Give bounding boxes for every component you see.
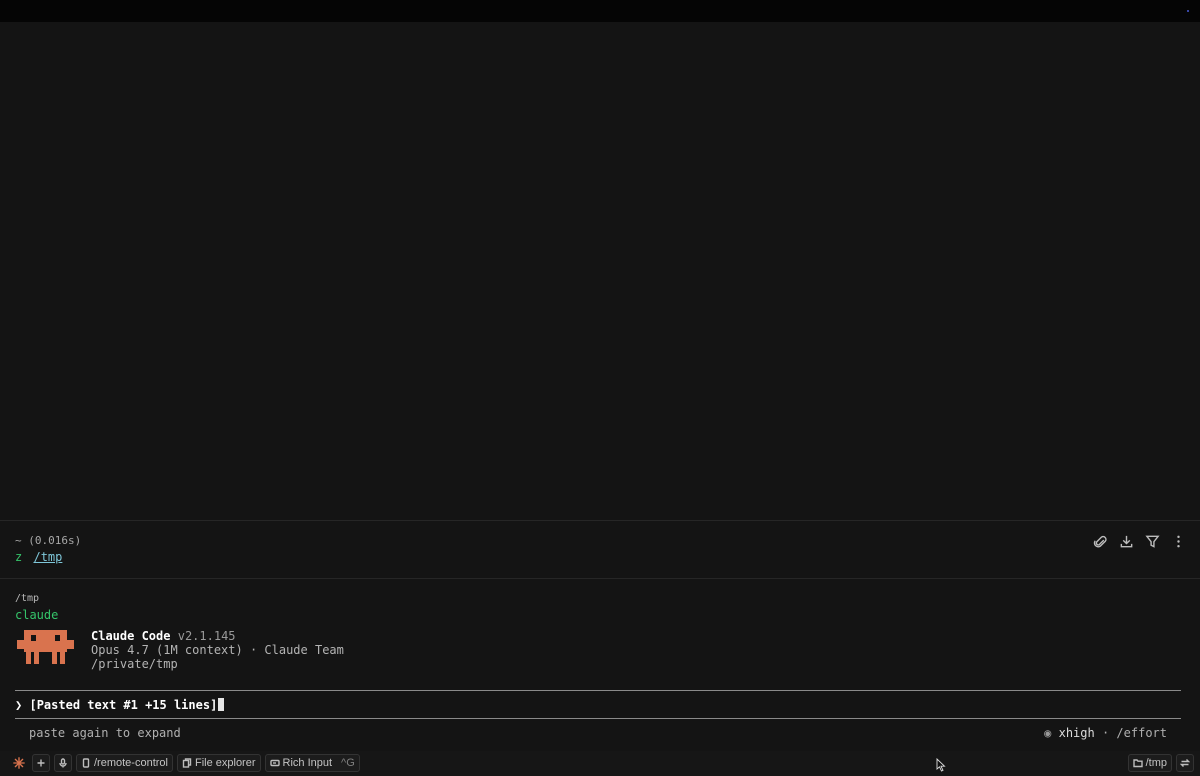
mouse-pointer-icon [936,758,946,772]
input-prompt-char: ❯ [15,698,23,712]
model-line: Opus 4.7 (1M context) · Claude Team [91,643,344,657]
claude-info: Claude Code v2.1.145 Opus 4.7 (1M contex… [91,629,344,671]
input-value: [Pasted text #1 +15 lines] [29,698,218,712]
app-name: Claude Code [91,629,171,643]
prompt-path-link[interactable]: /tmp [33,550,62,564]
claude-mascot-icon [17,630,74,664]
input-top-rule [15,690,1181,691]
file-explorer-button[interactable]: File explorer [176,754,261,772]
files-icon [182,758,192,768]
rich-input-icon [269,759,280,767]
effort-icon: ◉ [1044,726,1052,740]
status-bar: /remote-control File explorer Rich Input… [0,751,1200,776]
text-cursor [218,698,225,711]
working-directory: /tmp [15,593,40,604]
effort-command: /effort [1116,726,1167,740]
project-path: /private/tmp [91,657,178,671]
rich-input-label: Rich Input [282,757,333,769]
block-divider [0,578,1200,579]
window-top-bar [0,0,1200,22]
more-icon[interactable] [1170,533,1186,549]
command-text: claude [15,608,59,622]
download-icon[interactable] [1118,533,1134,549]
input-bottom-rule [15,718,1181,719]
command-timing: ~ (0.016s) [15,534,82,547]
status-dot [1187,10,1189,12]
shell-prompt: z /tmp [15,550,62,564]
paperclip-icon[interactable] [1092,533,1108,549]
file-explorer-label: File explorer [194,757,256,769]
add-button[interactable] [32,754,50,772]
paste-hint: paste again to expand [29,726,181,740]
block-divider [0,520,1200,521]
directory-label: /tmp [1145,757,1167,769]
effort-indicator: ◉ xhigh · /effort [1044,726,1167,740]
claude-star-icon[interactable] [12,756,26,770]
switch-icon [1180,759,1190,767]
microphone-button[interactable] [54,754,72,772]
app-version: v2.1.145 [177,629,236,643]
folder-icon [1132,759,1143,768]
plus-icon [37,759,45,767]
effort-level: xhigh [1058,726,1095,740]
block-toolbar [1092,533,1186,549]
rich-input-button[interactable]: Rich Input ^G [264,754,360,772]
rich-input-shortcut: ^G [341,757,355,769]
phone-icon [82,758,90,768]
directory-button[interactable]: /tmp [1127,754,1172,772]
terminal-empty-area[interactable] [0,22,1200,520]
remote-control-button[interactable]: /remote-control [76,754,173,772]
effort-separator: · [1101,726,1110,740]
prompt-input[interactable]: ❯ [Pasted text #1 +15 lines] [15,698,225,712]
remote-control-label: /remote-control [94,757,168,769]
prompt-char: z [15,550,23,564]
microphone-icon [59,758,67,768]
filter-icon[interactable] [1144,533,1160,549]
switch-button[interactable] [1176,754,1194,772]
